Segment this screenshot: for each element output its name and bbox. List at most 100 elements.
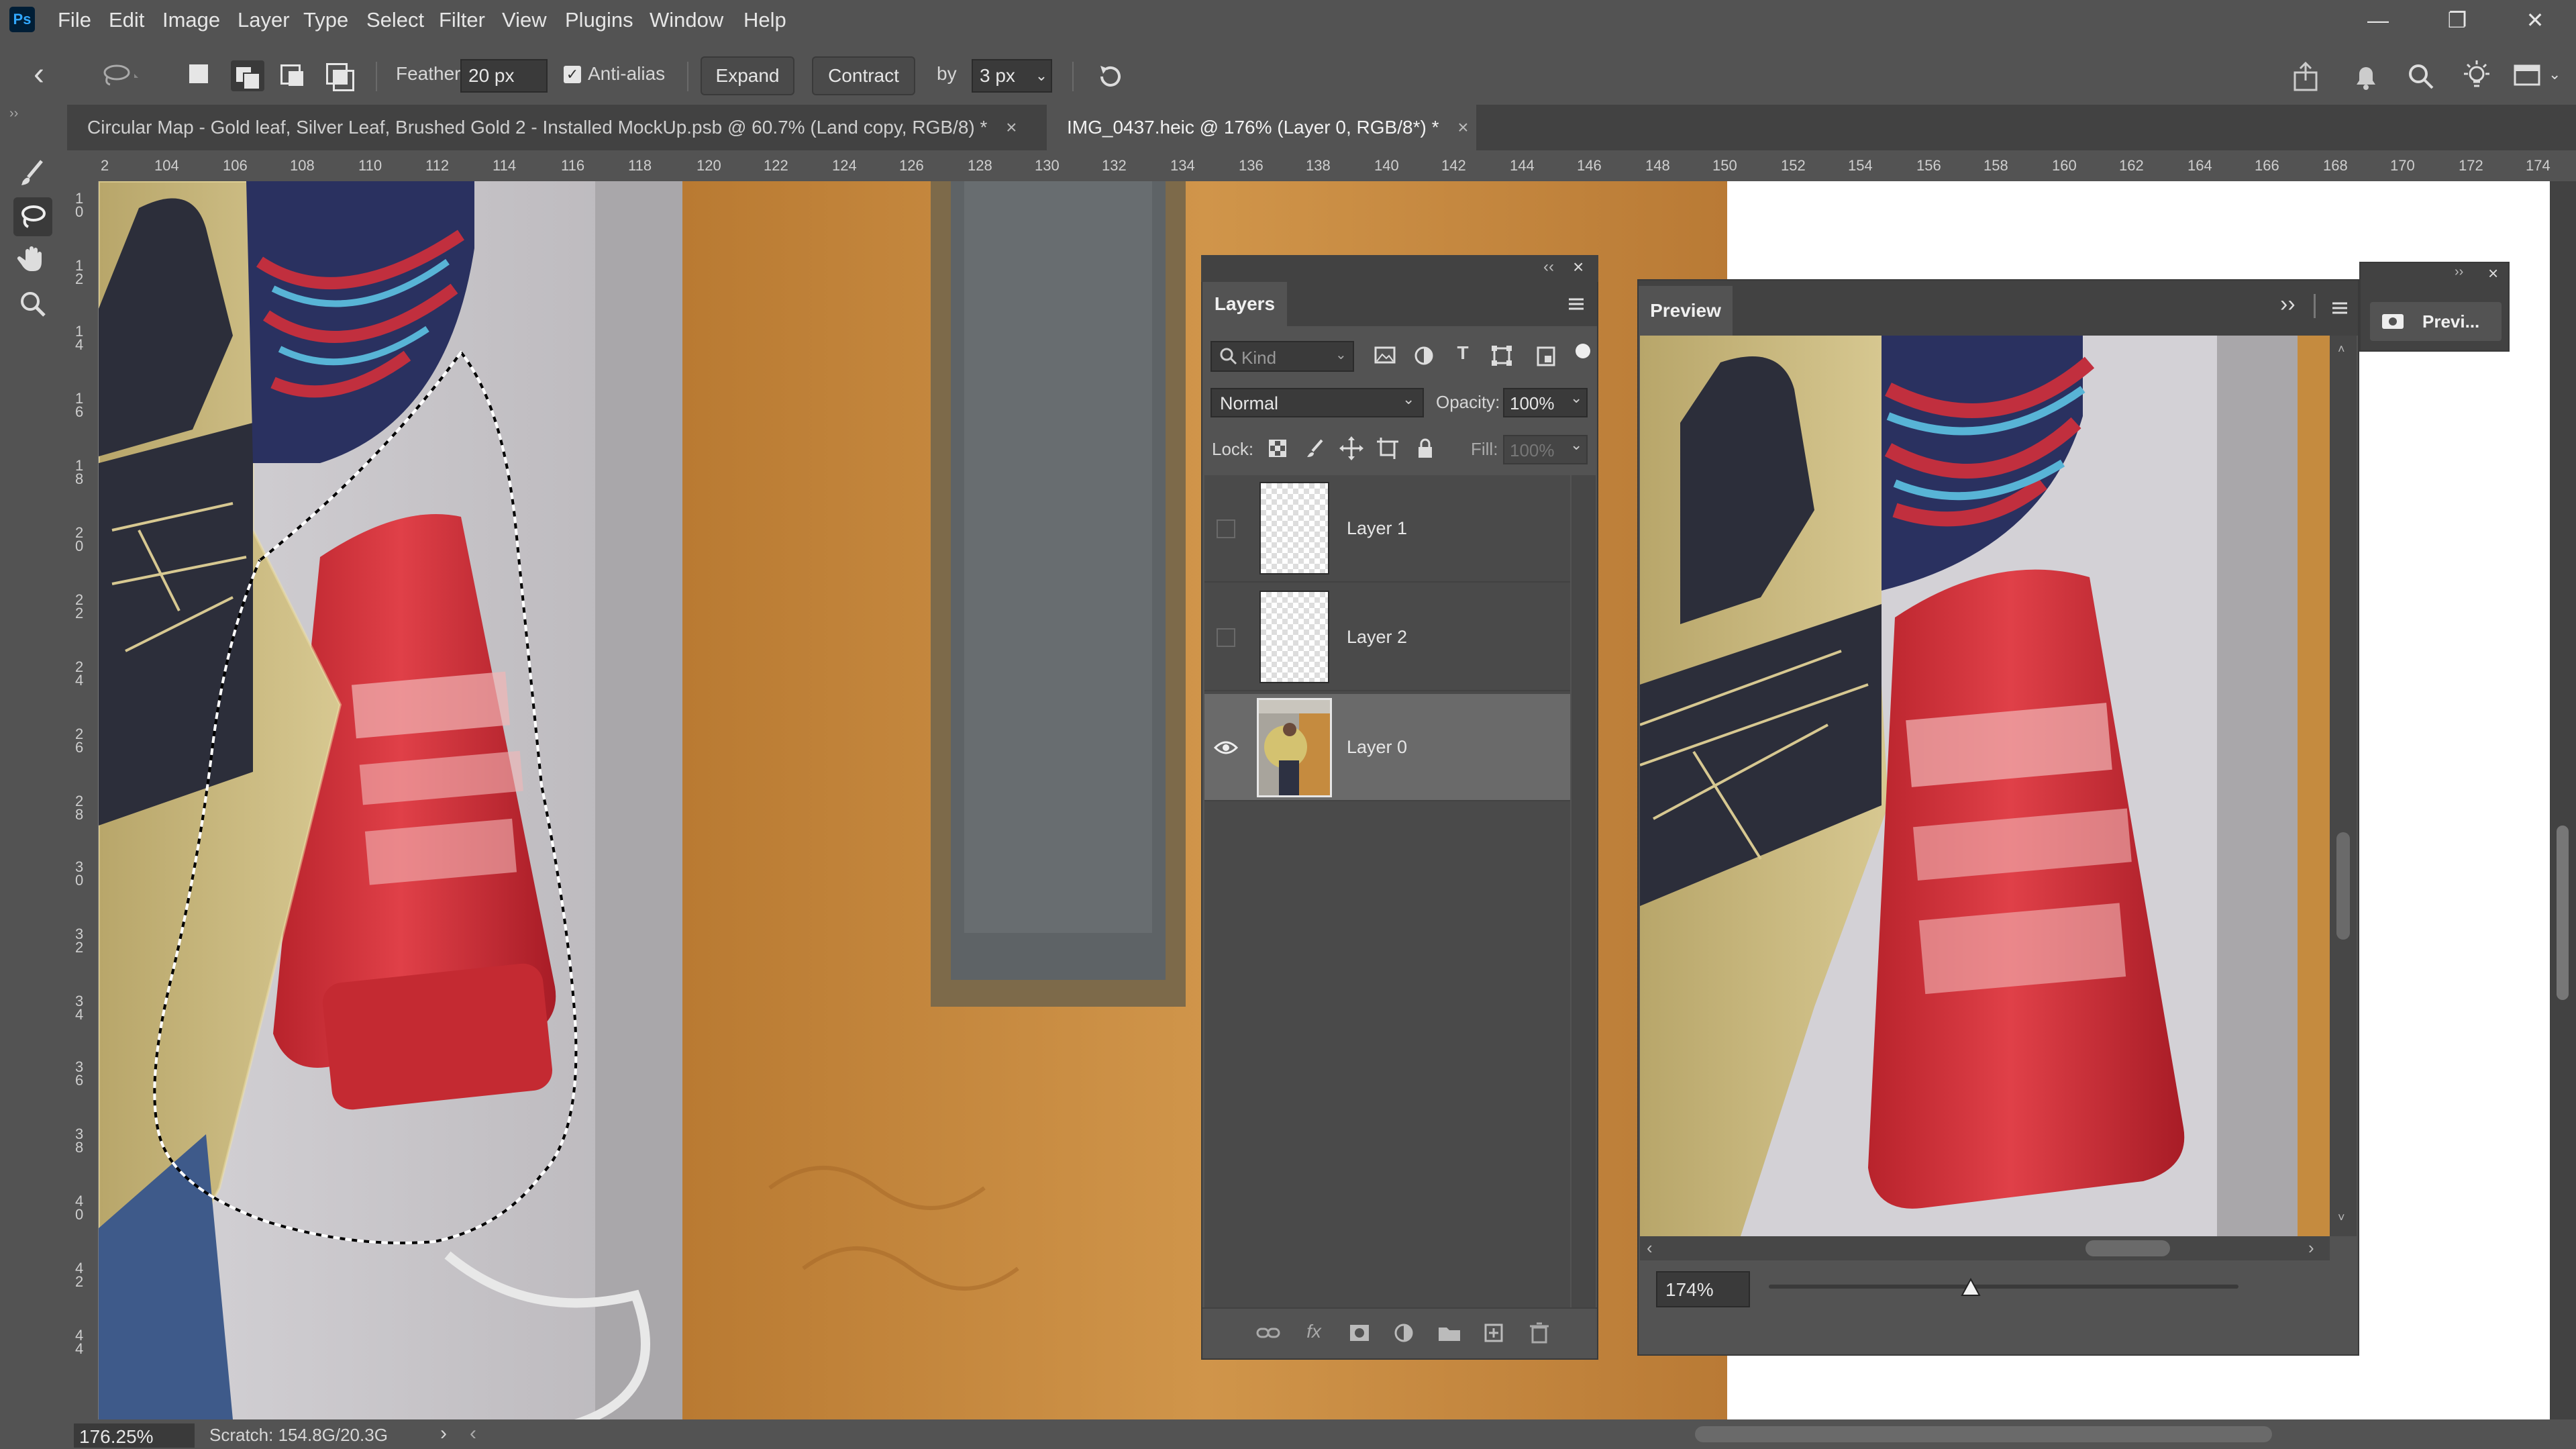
layer-row-layer-0[interactable]: Layer 0 bbox=[1204, 694, 1570, 801]
menu-layer[interactable]: Layer bbox=[238, 0, 290, 40]
lock-position-move-icon[interactable] bbox=[1338, 435, 1365, 462]
lock-all-icon[interactable] bbox=[1412, 435, 1439, 462]
workspace-chevron-down-icon[interactable]: ⌄ bbox=[2548, 66, 2566, 86]
search-icon[interactable] bbox=[2404, 59, 2438, 94]
panel-expand-icon[interactable]: ›› bbox=[2280, 291, 2296, 317]
discover-lightbulb-icon[interactable] bbox=[2459, 58, 2495, 94]
share-icon[interactable] bbox=[2288, 59, 2323, 94]
layers-tab[interactable]: Layers bbox=[1202, 282, 1287, 326]
menu-filter[interactable]: Filter bbox=[439, 0, 485, 40]
restore-button[interactable]: ❐ bbox=[2437, 3, 2477, 38]
menu-window[interactable]: Window bbox=[650, 0, 723, 40]
antialias-checkbox[interactable]: ✓ bbox=[564, 66, 581, 83]
menu-plugins[interactable]: Plugins bbox=[565, 0, 633, 40]
link-layers-icon[interactable] bbox=[1255, 1319, 1282, 1346]
fx-icon[interactable]: fx bbox=[1300, 1318, 1327, 1345]
collapse-panel-icon[interactable]: ‹‹ bbox=[1543, 258, 1554, 277]
close-window-button[interactable]: ✕ bbox=[2515, 3, 2555, 38]
tab-close-icon[interactable]: × bbox=[1457, 117, 1468, 138]
chevron-down-icon[interactable]: ⌄ bbox=[1570, 436, 1582, 454]
tab-close-icon[interactable]: × bbox=[1006, 117, 1017, 138]
visibility-toggle[interactable] bbox=[1217, 628, 1235, 647]
new-layer-icon[interactable] bbox=[1480, 1319, 1507, 1346]
layers-scrollbar[interactable] bbox=[1572, 475, 1596, 1307]
canvas-horizontal-scrollbar-thumb[interactable] bbox=[1695, 1426, 2272, 1442]
preview-tab[interactable]: Preview bbox=[1639, 286, 1733, 336]
preview-zoom-slider-track[interactable] bbox=[1769, 1285, 2238, 1289]
preview-zoom-slider-handle[interactable] bbox=[1961, 1277, 1981, 1297]
intersect-selection-mode-icon[interactable] bbox=[326, 62, 354, 91]
lock-image-pixels-brush-icon[interactable] bbox=[1302, 435, 1329, 462]
new-selection-mode-icon[interactable] bbox=[189, 64, 208, 83]
reset-icon[interactable] bbox=[1092, 59, 1127, 94]
ruler-tick-label: 146 bbox=[1577, 157, 1602, 174]
antialias-label: Anti-alias bbox=[588, 63, 666, 84]
new-adjustment-layer-icon[interactable] bbox=[1390, 1319, 1417, 1346]
subtract-selection-mode-icon[interactable] bbox=[280, 62, 307, 89]
layer-row-layer-1[interactable]: Layer 1 bbox=[1204, 475, 1570, 583]
menu-view[interactable]: View bbox=[502, 0, 547, 40]
adjustment-layer-filter-icon[interactable] bbox=[1410, 342, 1437, 369]
zoom-tool-icon[interactable] bbox=[13, 285, 52, 323]
type-layer-filter-icon[interactable]: T bbox=[1449, 340, 1476, 366]
scroll-left-icon[interactable]: ‹ bbox=[470, 1422, 476, 1445]
new-group-folder-icon[interactable] bbox=[1436, 1319, 1463, 1346]
lock-transparent-pixels-icon[interactable] bbox=[1264, 435, 1291, 462]
lasso-tool-icon[interactable] bbox=[13, 197, 52, 236]
preview-zoom-input[interactable]: 174% bbox=[1656, 1271, 1750, 1307]
canvas-vertical-scrollbar[interactable] bbox=[2550, 181, 2576, 1419]
close-panel-icon[interactable]: × bbox=[2488, 263, 2498, 284]
panel-menu-icon[interactable] bbox=[2328, 297, 2351, 319]
menu-image[interactable]: Image bbox=[162, 0, 220, 40]
preview-vertical-scrollbar[interactable]: ˄ ˅ bbox=[2330, 336, 2357, 1236]
workspace-layout-icon[interactable] bbox=[2512, 60, 2542, 90]
layer-row-layer-2[interactable]: Layer 2 bbox=[1204, 584, 1570, 691]
chevron-down-icon[interactable]: ⌄ bbox=[1570, 389, 1582, 407]
lasso-tool-preset-icon[interactable] bbox=[101, 63, 141, 87]
close-panel-icon[interactable]: × bbox=[1573, 256, 1584, 278]
pixel-layer-filter-icon[interactable] bbox=[1372, 342, 1398, 369]
layer-name[interactable]: Layer 2 bbox=[1347, 627, 1407, 648]
add-selection-mode-icon[interactable] bbox=[231, 60, 264, 91]
chevron-down-icon[interactable]: ⌄ bbox=[1031, 64, 1052, 87]
delete-layer-trash-icon[interactable] bbox=[1526, 1319, 1553, 1346]
menu-type[interactable]: Type bbox=[303, 0, 348, 40]
menu-select[interactable]: Select bbox=[366, 0, 424, 40]
hand-tool-icon[interactable] bbox=[13, 240, 52, 279]
status-info-arrow[interactable]: › bbox=[440, 1422, 447, 1445]
lock-artboard-icon[interactable] bbox=[1374, 435, 1401, 462]
filter-toggle-icon[interactable] bbox=[1576, 344, 1590, 358]
layer-name[interactable]: Layer 1 bbox=[1347, 518, 1407, 539]
smart-object-filter-icon[interactable] bbox=[1533, 342, 1559, 369]
zoom-level-value: 176.25% bbox=[79, 1426, 154, 1447]
feather-input[interactable]: 20 px bbox=[460, 59, 548, 93]
zoom-level-field[interactable]: 176.25% bbox=[74, 1423, 195, 1448]
tab-img-0437[interactable]: IMG_0437.heic @ 176% (Layer 0, RGB/8*) *… bbox=[1047, 105, 1476, 150]
fill-input[interactable]: 100% ⌄ bbox=[1503, 435, 1588, 464]
visibility-toggle[interactable] bbox=[1217, 519, 1235, 538]
fill-label: Fill: bbox=[1471, 439, 1498, 459]
layer-name[interactable]: Layer 0 bbox=[1347, 737, 1407, 758]
menu-help[interactable]: Help bbox=[743, 0, 786, 40]
add-mask-icon[interactable] bbox=[1346, 1319, 1373, 1346]
notifications-bell-icon[interactable] bbox=[2349, 59, 2383, 94]
expand-panels-icon[interactable]: ›› bbox=[9, 106, 18, 121]
preview-horizontal-scrollbar[interactable]: ‹ › bbox=[1640, 1236, 2330, 1260]
divider bbox=[1072, 62, 1074, 91]
eye-icon[interactable] bbox=[1213, 734, 1239, 761]
shape-layer-filter-icon[interactable] bbox=[1488, 342, 1515, 369]
panel-menu-icon[interactable] bbox=[1565, 293, 1588, 315]
menu-edit[interactable]: Edit bbox=[109, 0, 144, 40]
layer-filter-kind-dropdown[interactable]: Kind ⌄ bbox=[1210, 341, 1354, 372]
preview-panel-button[interactable]: Previ... bbox=[2370, 302, 2502, 341]
blend-mode-dropdown[interactable]: Normal ⌄ bbox=[1210, 388, 1424, 417]
panel-expand-icon[interactable]: ›› bbox=[2455, 264, 2463, 280]
contract-button[interactable]: Contract bbox=[812, 56, 915, 95]
photoshop-logo-icon[interactable]: Ps bbox=[9, 7, 35, 32]
tab-circular-map[interactable]: Circular Map - Gold leaf, Silver Leaf, B… bbox=[67, 105, 1039, 150]
preview-image[interactable] bbox=[1640, 336, 2330, 1236]
back-icon[interactable]: ‹ bbox=[34, 58, 44, 91]
expand-button[interactable]: Expand bbox=[701, 56, 794, 95]
minimize-button[interactable]: — bbox=[2358, 3, 2398, 38]
opacity-input[interactable]: 100% ⌄ bbox=[1503, 388, 1588, 417]
